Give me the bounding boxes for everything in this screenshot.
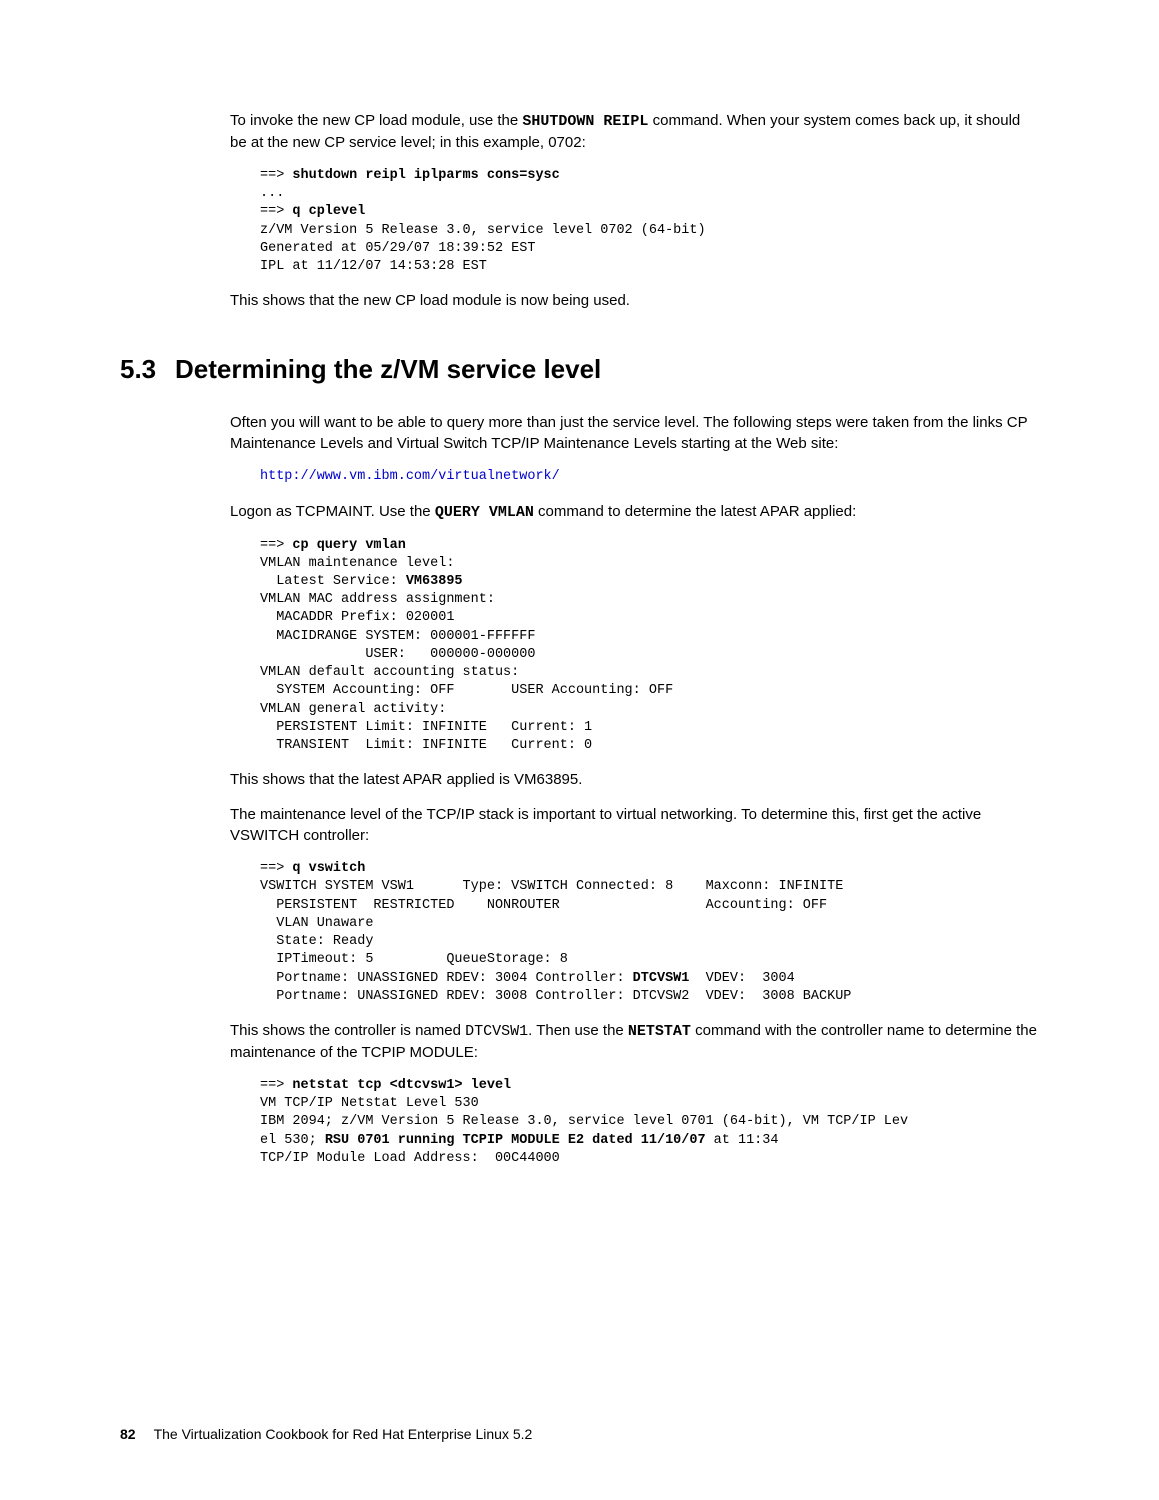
output: VDEV: 3004 [689, 971, 794, 986]
paragraph: The maintenance level of the TCP/IP stac… [230, 804, 1039, 846]
prompt: ==> [260, 861, 292, 876]
section-heading-5-3: 5.3Determining the z/VM service level [120, 351, 1039, 387]
code-netstat: ==> netstat tcp <dtcvsw1> level VM TCP/I… [260, 1077, 1039, 1168]
prompt: ==> [260, 1078, 292, 1093]
section-title: Determining the z/VM service level [175, 354, 601, 384]
text: To invoke the new CP load module, use th… [230, 112, 522, 129]
page-footer: 82 The Virtualization Cookbook for Red Ha… [120, 1425, 532, 1445]
code-query-vmlan: ==> cp query vmlan VMLAN maintenance lev… [260, 537, 1039, 756]
output: VMLAN default accounting status: [260, 665, 519, 680]
output: VSWITCH SYSTEM VSW1 Type: VSWITCH Connec… [260, 879, 843, 894]
output: VMLAN maintenance level: [260, 556, 454, 571]
output: VLAN Unaware [260, 916, 373, 931]
output: IBM 2094; z/VM Version 5 Release 3.0, se… [260, 1114, 908, 1129]
output-bold: DTCVSW1 [633, 971, 690, 986]
output: TCP/IP Module Load Address: 00C44000 [260, 1151, 560, 1166]
output: IPL at 11/12/07 14:53:28 EST [260, 259, 487, 274]
text: This shows the controller is named [230, 1022, 465, 1039]
command: cp query vmlan [292, 538, 405, 553]
section-number: 5.3 [120, 351, 175, 387]
footer-title: The Virtualization Cookbook for Red Hat … [154, 1426, 533, 1442]
paragraph: Logon as TCPMAINT. Use the QUERY VMLAN c… [230, 501, 1039, 523]
output: Portname: UNASSIGNED RDEV: 3004 Controll… [260, 971, 633, 986]
output-bold: VM63895 [406, 574, 463, 589]
paragraph: Often you will want to be able to query … [230, 412, 1039, 454]
prompt: ==> [260, 204, 292, 219]
command: netstat tcp <dtcvsw1> level [292, 1078, 511, 1093]
output: z/VM Version 5 Release 3.0, service leve… [260, 223, 706, 238]
output: PERSISTENT RESTRICTED NONROUTER Accounti… [260, 898, 827, 913]
output: VM TCP/IP Netstat Level 530 [260, 1096, 479, 1111]
output: IPTimeout: 5 QueueStorage: 8 [260, 952, 568, 967]
output: State: Ready [260, 934, 373, 949]
prompt: ==> [260, 168, 292, 183]
text: Logon as TCPMAINT. Use the [230, 503, 435, 520]
code-shutdown-reipl: ==> shutdown reipl iplparms cons=sysc ..… [260, 167, 1039, 276]
output: TRANSIENT Limit: INFINITE Current: 0 [260, 738, 592, 753]
output: VMLAN MAC address assignment: [260, 592, 495, 607]
output: MACIDRANGE SYSTEM: 000001-FFFFFF [260, 629, 535, 644]
output: VMLAN general activity: [260, 702, 446, 717]
output: PERSISTENT Limit: INFINITE Current: 1 [260, 720, 592, 735]
document-page: To invoke the new CP load module, use th… [0, 0, 1159, 1500]
command: q vswitch [292, 861, 365, 876]
output: ... [260, 186, 284, 201]
paragraph: This shows the controller is named DTCVS… [230, 1020, 1039, 1063]
page-number: 82 [120, 1426, 136, 1442]
command-inline: NETSTAT [628, 1023, 691, 1040]
output-bold: RSU 0701 running TCPIP MODULE E2 dated 1… [325, 1133, 706, 1148]
paragraph-intro: To invoke the new CP load module, use th… [230, 110, 1039, 153]
command-inline: SHUTDOWN REIPL [522, 113, 648, 130]
link-vm-ibm[interactable]: http://www.vm.ibm.com/virtualnetwork/ [260, 468, 1039, 487]
text: . Then use the [528, 1022, 628, 1039]
output: USER: 000000-000000 [260, 647, 535, 662]
output: Generated at 05/29/07 18:39:52 EST [260, 241, 535, 256]
output: MACADDR Prefix: 020001 [260, 610, 454, 625]
command-inline: QUERY VMLAN [435, 504, 534, 521]
output: Latest Service: [260, 574, 406, 589]
controller-name: DTCVSW1 [465, 1023, 528, 1040]
text: command to determine the latest APAR app… [534, 503, 856, 520]
output: el 530; [260, 1133, 325, 1148]
command: shutdown reipl iplparms cons=sysc [292, 168, 559, 183]
paragraph: This shows that the new CP load module i… [230, 290, 1039, 311]
output: Portname: UNASSIGNED RDEV: 3008 Controll… [260, 989, 851, 1004]
output: SYSTEM Accounting: OFF USER Accounting: … [260, 683, 673, 698]
output: at 11:34 [706, 1133, 779, 1148]
code-q-vswitch: ==> q vswitch VSWITCH SYSTEM VSW1 Type: … [260, 860, 1039, 1006]
command: q cplevel [292, 204, 365, 219]
prompt: ==> [260, 538, 292, 553]
paragraph: This shows that the latest APAR applied … [230, 769, 1039, 790]
